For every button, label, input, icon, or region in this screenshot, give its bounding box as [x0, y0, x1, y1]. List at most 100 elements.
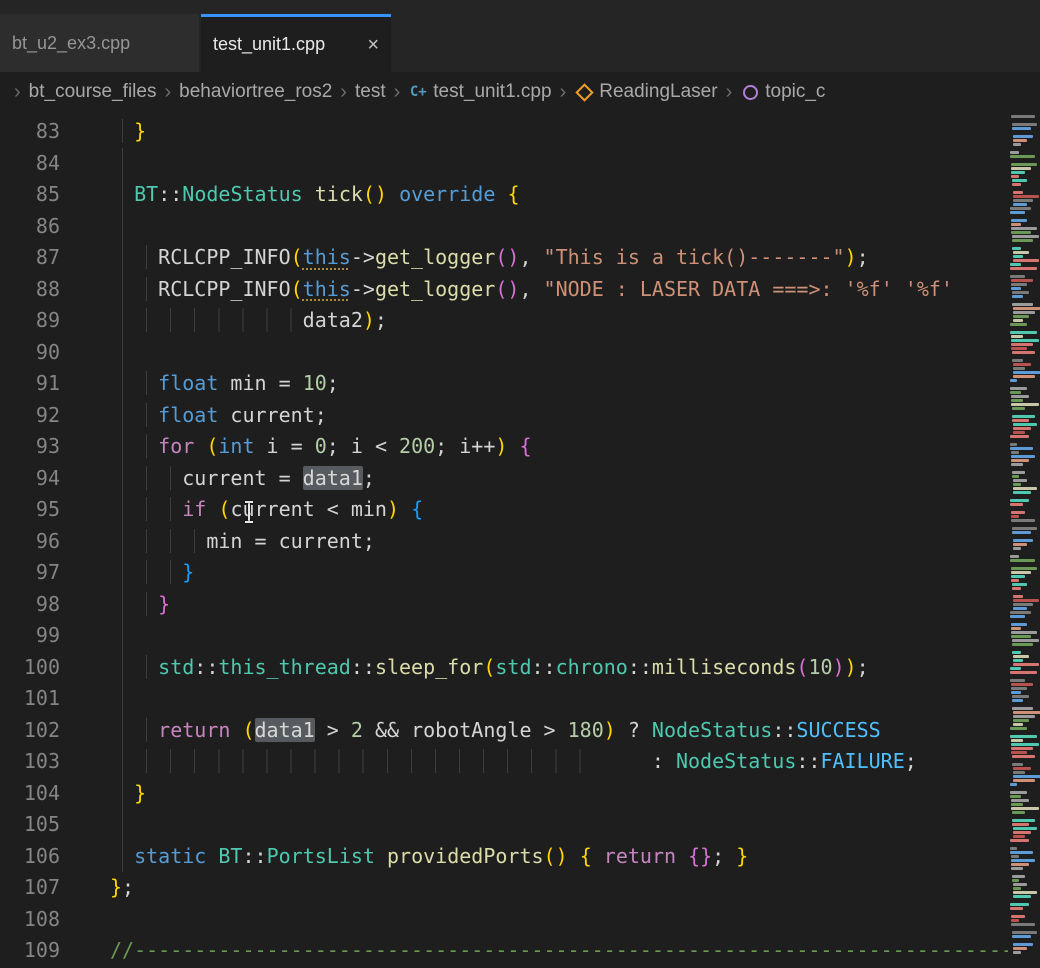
line-number[interactable]: 98 — [0, 589, 60, 621]
code-line[interactable]: 105 — [0, 809, 1008, 841]
minimap-line — [1011, 403, 1039, 406]
code-line[interactable]: 97 } — [0, 557, 1008, 589]
code-line[interactable]: 100 std::this_thread::sleep_for(std::chr… — [0, 652, 1008, 684]
code-line[interactable]: 103 : NodeStatus::FAILURE; — [0, 746, 1008, 778]
line-number[interactable]: 97 — [0, 557, 60, 589]
line-number[interactable]: 99 — [0, 620, 60, 652]
code-line[interactable]: 95 if (current < min) { — [0, 494, 1008, 526]
line-number[interactable]: 103 — [0, 746, 60, 778]
breadcrumb-item-ReadingLaser[interactable]: ReadingLaser — [574, 81, 717, 103]
line-number[interactable]: 107 — [0, 872, 60, 904]
code-line[interactable]: 87 RCLCPP_INFO(this->get_logger(), "This… — [0, 242, 1008, 274]
breadcrumb-label: test — [355, 81, 386, 103]
breadcrumb-item-bt_course_files[interactable]: bt_course_files — [29, 81, 157, 103]
breadcrumb-item-test[interactable]: test — [355, 81, 386, 103]
code-token: float — [158, 403, 218, 427]
minimap-line — [1011, 399, 1023, 402]
code-token: NodeStatus — [652, 718, 772, 742]
line-number[interactable]: 90 — [0, 337, 60, 369]
breadcrumb-item-topic_c[interactable]: topic_c — [740, 81, 825, 103]
line-number[interactable]: 94 — [0, 463, 60, 495]
minimap-line — [1010, 323, 1027, 326]
code-token: () — [495, 277, 519, 301]
code-line[interactable]: 91 float min = 10; — [0, 368, 1008, 400]
minimap-line — [1013, 423, 1037, 426]
breadcrumb-label: test_unit1.cpp — [433, 81, 551, 103]
tab-test_unit1.cpp[interactable]: test_unit1.cpp× — [201, 14, 391, 72]
code-line[interactable]: 99 — [0, 620, 1008, 652]
minimap-line — [1013, 827, 1037, 830]
code-line[interactable]: 94 current = data1; — [0, 463, 1008, 495]
code-line[interactable]: 96 min = current; — [0, 526, 1008, 558]
code-line[interactable]: 104 } — [0, 778, 1008, 810]
code-line[interactable]: 83 } — [0, 116, 1008, 148]
code-line[interactable]: 89 data2); — [0, 305, 1008, 337]
code-line[interactable]: 86 — [0, 211, 1008, 243]
code-token — [303, 182, 315, 206]
minimap-line — [1013, 943, 1033, 946]
line-number[interactable]: 93 — [0, 431, 60, 463]
code-token: BT — [218, 844, 242, 868]
line-number[interactable]: 92 — [0, 400, 60, 432]
line-number[interactable]: 102 — [0, 715, 60, 747]
line-number[interactable]: 100 — [0, 652, 60, 684]
minimap-line — [1008, 647, 1040, 650]
line-number[interactable]: 101 — [0, 683, 60, 715]
code-line[interactable]: 88 RCLCPP_INFO(this->get_logger(), "NODE… — [0, 274, 1008, 306]
line-number[interactable]: 89 — [0, 305, 60, 337]
code-token — [110, 119, 134, 143]
minimap-line — [1013, 715, 1035, 718]
code-line[interactable]: 108 — [0, 904, 1008, 936]
code-line[interactable]: 92 float current; — [0, 400, 1008, 432]
minimap-line — [1013, 427, 1031, 430]
code-line[interactable]: 90 — [0, 337, 1008, 369]
tab-bt_u2_ex3.cpp[interactable]: bt_u2_ex3.cpp — [0, 14, 200, 72]
code-token: milliseconds — [652, 655, 797, 679]
code-line[interactable]: 107}; — [0, 872, 1008, 904]
tab-close-icon[interactable]: × — [367, 35, 379, 55]
code-line[interactable]: 102 return (data1 > 2 && robotAngle > 18… — [0, 715, 1008, 747]
breadcrumb-item-behaviortree_ros2[interactable]: behaviortree_ros2 — [179, 81, 332, 103]
code-line[interactable]: 85 BT::NodeStatus tick() override { — [0, 179, 1008, 211]
line-number[interactable]: 85 — [0, 179, 60, 211]
line-number[interactable]: 106 — [0, 841, 60, 873]
minimap-line — [1008, 759, 1040, 762]
minimap-line — [1010, 559, 1035, 562]
code-token: } — [134, 119, 146, 143]
minimap-line — [1013, 139, 1027, 142]
code-line[interactable]: 84 — [0, 148, 1008, 180]
line-number[interactable]: 95 — [0, 494, 60, 526]
minimap-line — [1012, 179, 1027, 182]
code-token — [110, 655, 158, 679]
minimap-line — [1012, 823, 1029, 826]
code-token: return — [604, 844, 676, 868]
code-line[interactable]: 109//-----------------------------------… — [0, 935, 1008, 967]
line-number[interactable]: 104 — [0, 778, 60, 810]
line-number[interactable]: 105 — [0, 809, 60, 841]
line-number[interactable]: 108 — [0, 904, 60, 936]
minimap-line — [1011, 575, 1025, 578]
code-line[interactable]: 93 for (int i = 0; i < 200; i++) { — [0, 431, 1008, 463]
line-number[interactable]: 88 — [0, 274, 60, 306]
code-line[interactable]: 98 } — [0, 589, 1008, 621]
minimap-line — [1013, 603, 1033, 606]
minimap-line — [1011, 163, 1037, 166]
code-line[interactable]: 106 static BT::PortsList providedPorts()… — [0, 841, 1008, 873]
line-number[interactable]: 96 — [0, 526, 60, 558]
code-token: "NODE : LASER DATA ===>: '%f' '%f' — [544, 277, 953, 301]
line-number[interactable]: 84 — [0, 148, 60, 180]
code-token — [110, 371, 158, 395]
line-number[interactable]: 109 — [0, 935, 60, 967]
line-number[interactable]: 91 — [0, 368, 60, 400]
breadcrumb-label: ReadingLaser — [599, 81, 717, 103]
line-number[interactable]: 86 — [0, 211, 60, 243]
code-token: this — [303, 245, 351, 269]
minimap-line — [1011, 347, 1027, 350]
code-editor[interactable]: 83 }8485 BT::NodeStatus tick() override … — [0, 112, 1008, 968]
minimap[interactable] — [1008, 112, 1040, 968]
line-number[interactable]: 87 — [0, 242, 60, 274]
line-number[interactable]: 83 — [0, 116, 60, 148]
code-line[interactable]: 101 — [0, 683, 1008, 715]
minimap-line — [1013, 659, 1023, 662]
breadcrumb-item-test_unit1.cpp[interactable]: C+test_unit1.cpp — [408, 81, 551, 103]
